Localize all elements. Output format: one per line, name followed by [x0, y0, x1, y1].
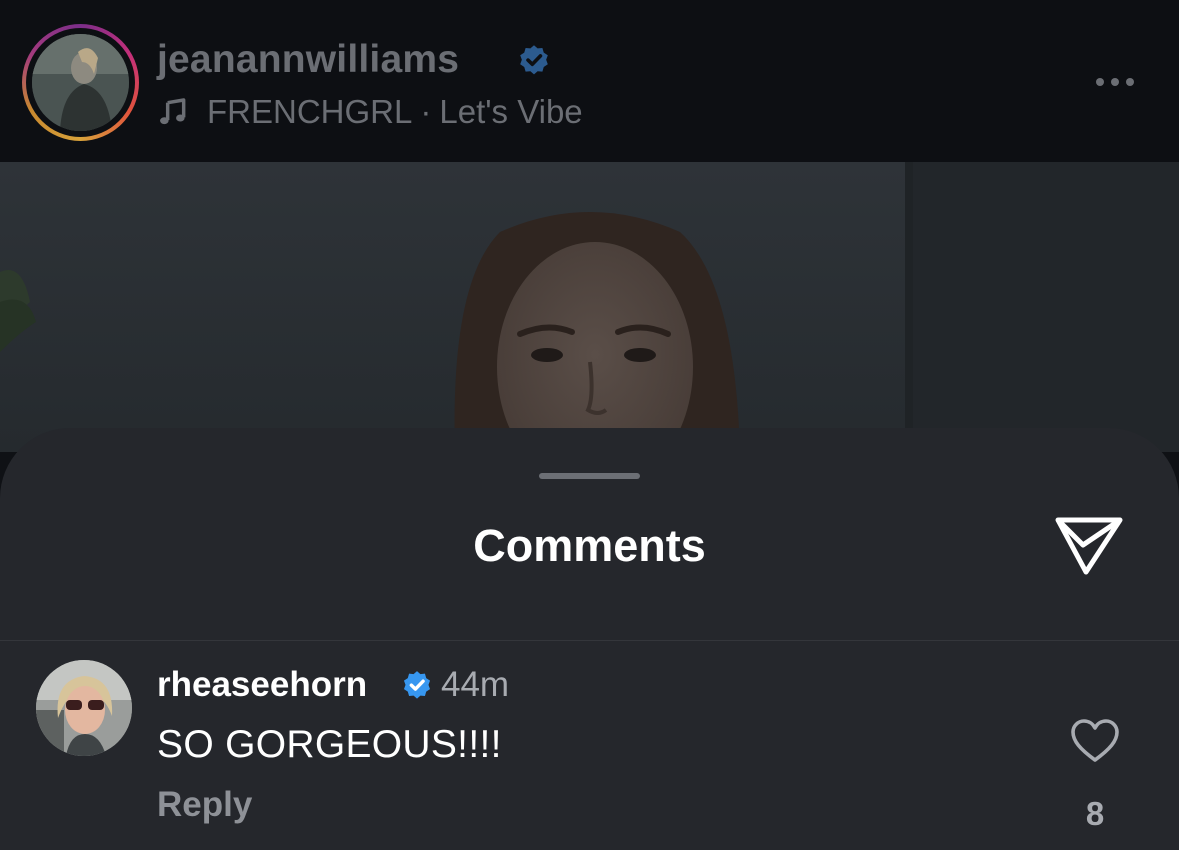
sheet-drag-handle[interactable] — [539, 473, 640, 479]
send-icon[interactable] — [1053, 514, 1125, 578]
comment-username[interactable]: rheaseehorn — [157, 665, 367, 705]
verified-badge-icon — [403, 671, 431, 699]
comments-sheet: Comments rheaseehorn 44m SO GORGEOUS!!!!… — [0, 428, 1179, 850]
author-avatar-image — [32, 34, 129, 131]
comment-timestamp: 44m — [441, 665, 510, 704]
author-username[interactable]: jeanannwilliams — [157, 38, 459, 82]
verified-badge-icon — [520, 45, 548, 75]
commenter-avatar[interactable] — [36, 660, 132, 756]
audio-track-title: Let's Vibe — [439, 93, 583, 130]
comment-text: SO GORGEOUS!!!! — [157, 723, 502, 766]
sheet-divider — [0, 640, 1179, 641]
post-header: jeanannwilliams FRENCHGRL · Let's Vibe — [0, 0, 1179, 162]
audio-separator: · — [420, 93, 432, 130]
author-avatar[interactable] — [32, 34, 129, 131]
music-note-icon — [160, 98, 186, 125]
reel-video-frame — [0, 162, 1179, 452]
comments-title: Comments — [473, 520, 706, 571]
like-count: 8 — [1085, 795, 1105, 832]
reel-screen: jeanannwilliams FRENCHGRL · Let's Vibe C… — [0, 0, 1179, 850]
reel-video[interactable] — [0, 162, 1179, 452]
heart-icon[interactable] — [1070, 718, 1120, 764]
audio-artist: FRENCHGRL — [207, 93, 413, 130]
audio-track[interactable]: FRENCHGRL · Let's Vibe — [157, 92, 583, 132]
more-horizontal-icon — [1096, 78, 1104, 86]
more-options-button[interactable] — [1085, 62, 1145, 102]
reply-button[interactable]: Reply — [157, 785, 252, 825]
story-ring[interactable] — [22, 24, 139, 141]
commenter-avatar-image — [36, 660, 132, 756]
